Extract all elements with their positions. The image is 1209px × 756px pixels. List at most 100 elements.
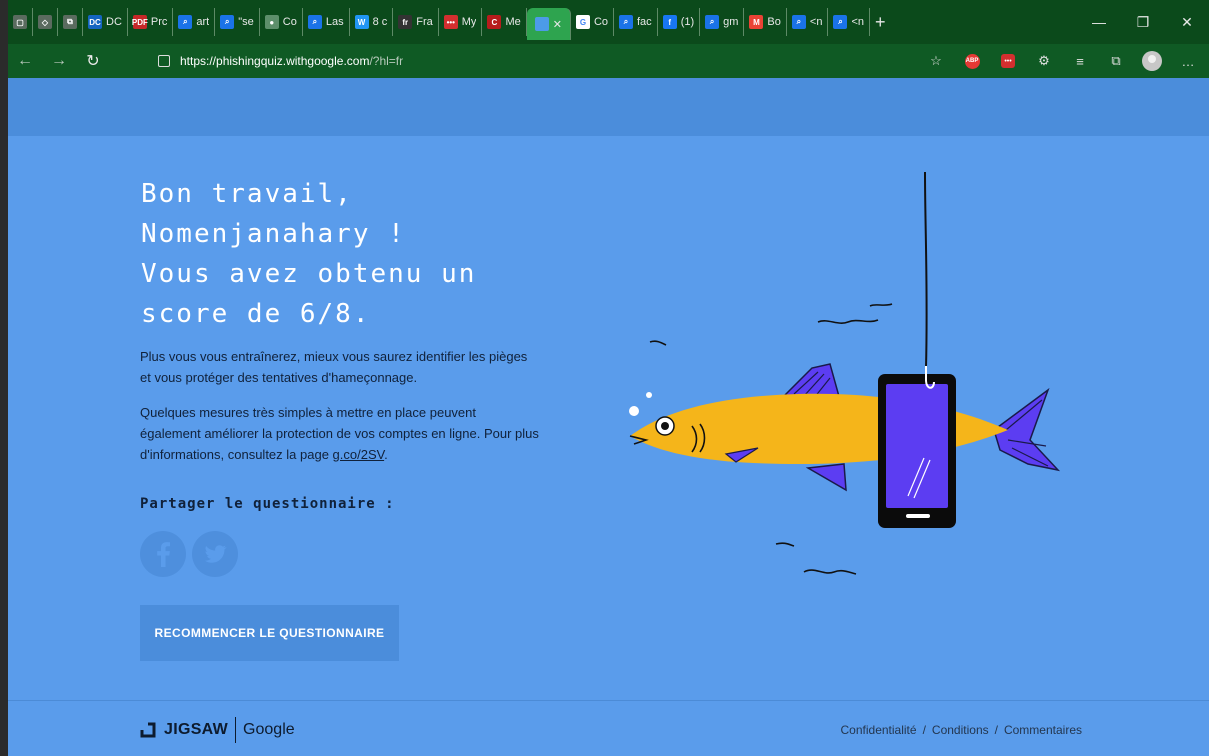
footer-separator: / [994, 723, 998, 737]
result-headline: Bon travail, Nomenjanahary ! Vous avez o… [141, 174, 581, 334]
browser-tab[interactable]: ◇ [33, 8, 58, 36]
browser-tab[interactable]: C Me [482, 8, 527, 36]
browser-tab[interactable]: W8 c [350, 8, 394, 36]
terms-link[interactable]: Conditions [932, 723, 989, 737]
forward-icon[interactable]: → [42, 52, 76, 70]
tab-label: "se [238, 16, 254, 28]
fishing-line [924, 171, 928, 369]
feedback-link[interactable]: Commentaires [1004, 723, 1082, 737]
lastpass-icon: ••• [443, 15, 458, 29]
browser-tab[interactable]: DC DC [83, 8, 128, 36]
browser-tab[interactable]: ✕ [526, 8, 571, 40]
browser-tab[interactable]: ⌕ <n [787, 8, 829, 36]
browser-tab[interactable]: ⌕ gm [700, 8, 745, 36]
copy-icon: ⧉ [63, 15, 77, 29]
browser-tab[interactable]: M Bo [744, 8, 787, 36]
headline-line: Bon travail, [141, 179, 353, 209]
twitter-share-button[interactable] [192, 531, 238, 577]
collections-icon[interactable]: ⧉ [1105, 50, 1127, 72]
jigsaw-logo[interactable]: JIGSAW [140, 721, 228, 739]
share-label: Partager le questionnaire : [140, 496, 395, 512]
window-edge [0, 0, 8, 756]
minimize-icon[interactable]: — [1077, 14, 1121, 30]
browser-tab[interactable]: G Co [571, 8, 614, 36]
privacy-link[interactable]: Confidentialité [841, 723, 917, 737]
phone-home-bar [906, 514, 930, 518]
tab-label: DC [106, 16, 122, 28]
avatar-icon: ● [264, 15, 279, 29]
footer: JIGSAW Google Confidentialité / Conditio… [8, 700, 1209, 756]
browser-tab[interactable]: ▢ [8, 8, 33, 36]
google-icon: G [575, 15, 590, 29]
browser-tab[interactable]: PDF Prc [128, 8, 174, 36]
facebook-icon [157, 542, 170, 567]
measures-end: . [384, 447, 388, 462]
tab-label: Prc [150, 16, 168, 28]
browser-tab[interactable]: ⌕ <n [828, 8, 870, 36]
lastpass-icon[interactable]: ••• [997, 50, 1019, 72]
wave-mark [817, 319, 879, 324]
address-bar: ← → ↻ https://phishingquiz.withgoogle.co… [8, 44, 1209, 78]
browser-tab[interactable]: ⌕ fac [614, 8, 658, 36]
tab-label: Las [325, 16, 344, 28]
url-field[interactable]: https://phishingquiz.withgoogle.com/?hl=… [158, 44, 403, 78]
lock-icon [158, 55, 170, 67]
footer-separator: / [922, 723, 926, 737]
tab-label: My [461, 16, 477, 28]
two-step-link[interactable]: g.co/2SV [333, 447, 385, 462]
browser-tab[interactable]: ⌕ art [173, 8, 216, 36]
refresh-icon[interactable]: ↻ [76, 51, 110, 71]
google-wordmark[interactable]: Google [243, 721, 295, 739]
favorites-icon[interactable]: ≡ [1069, 50, 1091, 72]
more-icon[interactable]: … [1177, 50, 1199, 72]
browser-tab[interactable]: ••• My [439, 8, 483, 36]
browser-tab[interactable]: ⧉ [58, 8, 83, 36]
browser-tab[interactable]: ● Co [260, 8, 303, 36]
ventral-fin [805, 463, 847, 492]
restart-quiz-button[interactable]: RECOMMENCER LE QUESTIONNAIRE [140, 605, 399, 661]
jigsaw-wordmark: JIGSAW [164, 721, 229, 738]
restore-icon[interactable]: ❐ [1121, 14, 1165, 31]
practice-paragraph: Plus vous vous entraînerez, mieux vous s… [140, 349, 528, 385]
close-tab-icon[interactable]: ✕ [553, 18, 562, 31]
facebook-icon: f [662, 15, 677, 29]
add-favorite-icon[interactable]: ☆ [925, 50, 947, 72]
url-host: https://phishingquiz.withgoogle.com [180, 54, 370, 68]
browser-tab[interactable]: f (1) [658, 8, 701, 36]
tab-label: gm [723, 16, 739, 28]
code-icon: ◇ [38, 15, 52, 29]
browser-tab[interactable]: fr Fra [393, 8, 439, 36]
new-tab-icon[interactable]: + [870, 8, 891, 36]
back-icon[interactable]: ← [8, 52, 42, 70]
screen: ▢ ◇ ⧉ DC DC PDF Prc ⌕ art ⌕ "se ● Co ⌕ Las W 8 c fr Fra •••… [0, 0, 1209, 756]
tab-label: Fra [416, 16, 433, 28]
wave-mark [649, 340, 667, 346]
search-icon: ⌕ [619, 15, 633, 29]
measures-paragraph: Quelques mesures très simples à mettre e… [140, 402, 540, 465]
adblock-icon[interactable]: ABP [961, 50, 983, 72]
header-band [8, 78, 1209, 136]
tab-label: Co [282, 16, 297, 28]
dc-icon: DC [88, 15, 102, 29]
facebook-share-button[interactable] [140, 531, 186, 577]
jigsaw-mark-icon [140, 722, 156, 738]
profile-avatar[interactable] [1141, 50, 1163, 72]
browser-tab[interactable]: ⌕ Las [303, 8, 350, 36]
extensions-icon[interactable]: ⚙ [1033, 50, 1055, 72]
c-icon: C [487, 15, 502, 29]
w-icon: W [354, 15, 369, 29]
twitter-icon [205, 545, 227, 563]
headline-line: Vous avez obtenu un [141, 259, 477, 289]
tab-row: ▢ ◇ ⧉ DC DC PDF Prc ⌕ art ⌕ "se ● Co ⌕ Las W 8 c fr Fra •••… [8, 8, 891, 40]
close-window-icon[interactable]: ✕ [1165, 14, 1209, 31]
tab-label: art [196, 16, 210, 28]
search-icon: ⌕ [791, 15, 806, 29]
browser-tab[interactable]: ⌕ "se [215, 8, 260, 36]
search-icon: ⌕ [705, 15, 720, 29]
bubble [646, 392, 652, 398]
tab-label: fac [637, 16, 652, 28]
fish-on-hook-illustration [629, 171, 1061, 575]
fish-pupil [661, 422, 669, 430]
headline-line: score de 6/8. [141, 299, 371, 329]
footer-brand: JIGSAW Google [140, 717, 295, 743]
